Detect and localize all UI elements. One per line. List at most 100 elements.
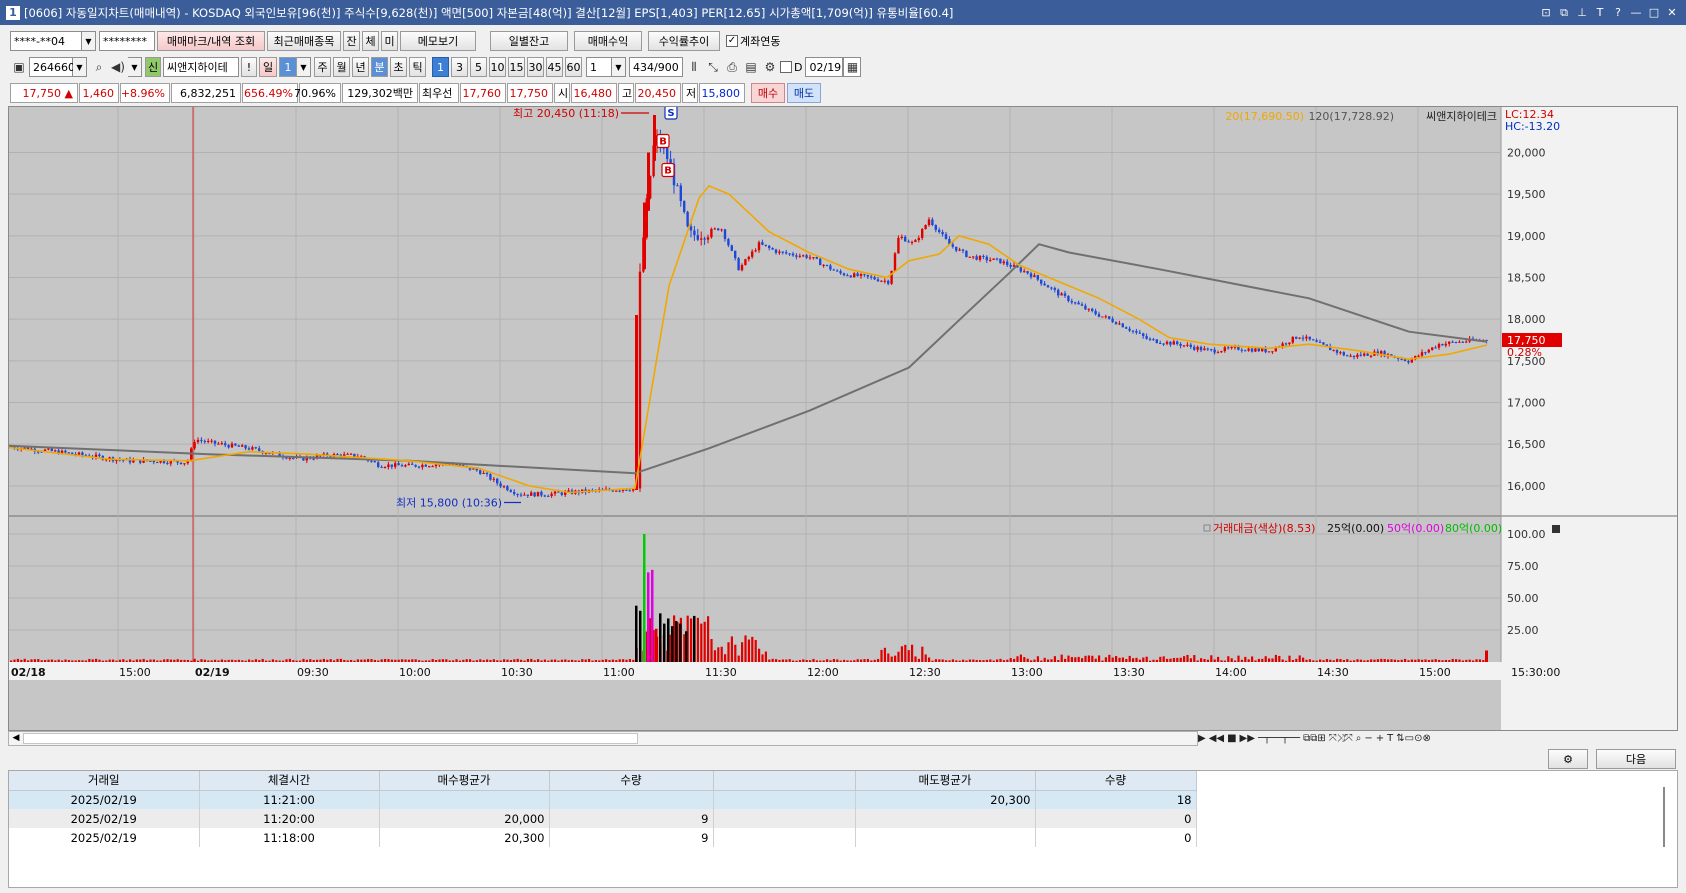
drawing-tools-icon[interactable]: ⤧⤨⤧ xyxy=(1329,733,1353,744)
chart-panel[interactable]: 20,000 19,500 19,000 18,500 18,000 17,500 17,0… xyxy=(8,106,1678,731)
zoom-out-icon[interactable]: − xyxy=(1364,733,1372,744)
chevron-down-icon[interactable]: ▼ xyxy=(73,57,87,77)
fast-forward-icon[interactable]: ▶▶ xyxy=(1240,733,1255,744)
password-field[interactable]: ******** xyxy=(99,31,155,51)
candle-body xyxy=(149,460,152,462)
rewind-icon[interactable]: ◀◀ xyxy=(1209,733,1224,744)
stock-code-input[interactable]: 264660 xyxy=(29,57,75,77)
table-row[interactable]: 2025/02/19 11:20:00 20,000 9 0 xyxy=(9,809,1197,828)
count-select[interactable]: 1 xyxy=(586,57,612,77)
text-tool-icon[interactable]: T xyxy=(1387,733,1393,744)
table-row[interactable]: 2025/02/19 11:18:00 20,300 9 0 xyxy=(9,828,1197,847)
unexecuted-button[interactable]: 미 xyxy=(381,31,398,51)
alert-button[interactable]: ! xyxy=(241,57,257,77)
daily-balance-button[interactable]: 일별잔고 xyxy=(490,31,568,51)
link-icon[interactable]: ⊡ xyxy=(1538,5,1554,21)
save-icon[interactable]: ▤ xyxy=(742,57,760,77)
chart-hscroll[interactable]: ◀ xyxy=(8,731,1198,746)
volume-bar xyxy=(333,660,336,662)
period-minute-button[interactable]: 분 xyxy=(371,57,388,77)
gear-icon[interactable]: ⚙ xyxy=(761,57,779,77)
data-range-field[interactable]: 434/900 xyxy=(629,57,683,77)
sell-button[interactable]: 매도 xyxy=(787,83,821,103)
volume-bar xyxy=(1125,659,1128,662)
volume-bar xyxy=(866,658,869,662)
period-num-select[interactable]: 1 xyxy=(279,57,297,77)
close-icon[interactable]: ✕ xyxy=(1664,5,1680,21)
chevron-down-icon[interactable]: ▼ xyxy=(297,57,311,77)
volume-bar xyxy=(1009,658,1012,662)
zoom-icon[interactable]: ⌕ xyxy=(1356,733,1362,744)
date-checkbox[interactable] xyxy=(780,61,792,73)
scroll-thumb[interactable] xyxy=(23,733,638,744)
zoom-slider-icon[interactable]: ─┬──┬── xyxy=(1258,733,1300,744)
candle-body xyxy=(1125,327,1128,329)
interval-10-button[interactable]: 10 xyxy=(489,57,506,77)
volume-bar xyxy=(951,659,954,662)
price-chart-svg[interactable]: 20,00019,50019,00018,50018,00017,50017,0… xyxy=(9,107,1677,730)
date-input[interactable]: 02/19 xyxy=(805,57,844,77)
speaker-icon[interactable]: ◀) xyxy=(109,57,127,77)
scroll-right-icon[interactable]: ▶ xyxy=(1198,733,1206,744)
candle-body xyxy=(700,238,703,240)
calendar-icon[interactable]: ▦ xyxy=(843,57,862,77)
font-icon[interactable]: T xyxy=(1592,5,1608,21)
period-month-button[interactable]: 월 xyxy=(333,57,350,77)
period-week-button[interactable]: 주 xyxy=(314,57,331,77)
period-year-button[interactable]: 년 xyxy=(352,57,369,77)
volume-bar xyxy=(628,659,631,662)
recent-trades-button[interactable]: 최근매매종목 xyxy=(267,31,341,51)
period-tick-button[interactable]: 틱 xyxy=(409,57,426,77)
volume-bar xyxy=(387,659,390,662)
balance-button[interactable]: 잔 xyxy=(343,31,360,51)
extra-tools-icon[interactable]: ⇅▭⊙⊗ xyxy=(1396,733,1431,744)
executed-button[interactable]: 체 xyxy=(362,31,379,51)
buy-button[interactable]: 매수 xyxy=(751,83,785,103)
profit-trend-button[interactable]: 수익률추이 xyxy=(648,31,720,51)
interval-1-button[interactable]: 1 xyxy=(432,57,449,77)
interval-15-button[interactable]: 15 xyxy=(508,57,525,77)
candle-tool-icon[interactable]: ⫴ xyxy=(685,57,703,77)
volume-bar xyxy=(74,660,77,662)
account-link-checkbox[interactable]: ✓ xyxy=(726,35,738,47)
gear-icon[interactable]: ⚙ xyxy=(1548,749,1588,769)
cascade-icon[interactable]: ⧉ xyxy=(1556,5,1572,21)
candle-body xyxy=(618,490,621,492)
draw-tool-icon[interactable]: ⤡ xyxy=(704,57,722,77)
help-icon[interactable]: ? xyxy=(1610,5,1626,21)
minimize-icon[interactable]: — xyxy=(1628,5,1644,21)
account-select[interactable]: ****-**04 xyxy=(10,31,82,51)
table-vscroll[interactable] xyxy=(1663,787,1665,847)
pin-icon[interactable]: ⊥ xyxy=(1574,5,1590,21)
interval-5-button[interactable]: 5 xyxy=(470,57,487,77)
volume-bar xyxy=(1159,656,1162,662)
trade-mark-query-button[interactable]: 매매마크/내역 조회 xyxy=(157,31,265,51)
period-day-button[interactable]: 일 xyxy=(259,57,277,77)
next-button[interactable]: 다음 xyxy=(1596,749,1676,769)
candle-body xyxy=(961,249,965,251)
chevron-down-icon[interactable]: ▼ xyxy=(612,57,626,77)
interval-30-button[interactable]: 30 xyxy=(527,57,544,77)
window-tools-icon[interactable]: ⧉⧉⊞ xyxy=(1303,733,1326,744)
memo-button[interactable]: 메모보기 xyxy=(400,31,476,51)
print-icon[interactable]: ⎙ xyxy=(723,57,741,77)
table-row[interactable]: 2025/02/19 11:21:00 20,300 18 xyxy=(9,790,1197,809)
zoom-in-icon[interactable]: + xyxy=(1376,733,1384,744)
chevron-down-icon[interactable]: ▼ xyxy=(128,57,142,77)
period-second-button[interactable]: 초 xyxy=(390,57,407,77)
candle-body xyxy=(254,447,257,449)
interval-45-button[interactable]: 45 xyxy=(546,57,563,77)
volume-bar xyxy=(360,659,363,662)
candle-body xyxy=(482,472,485,474)
candle-body xyxy=(1142,333,1145,337)
time-tick-label: 15:00 xyxy=(119,666,151,679)
stop-icon[interactable]: ■ xyxy=(1227,733,1236,744)
chevron-down-icon[interactable]: ▼ xyxy=(82,31,96,51)
screen-icon[interactable]: ▣ xyxy=(10,57,28,77)
interval-60-button[interactable]: 60 xyxy=(565,57,582,77)
trade-profit-button[interactable]: 매매수익 xyxy=(574,31,642,51)
maximize-icon[interactable]: □ xyxy=(1646,5,1662,21)
interval-3-button[interactable]: 3 xyxy=(451,57,468,77)
scroll-left-icon[interactable]: ◀ xyxy=(9,732,23,745)
search-icon[interactable]: ⌕ xyxy=(90,57,108,77)
